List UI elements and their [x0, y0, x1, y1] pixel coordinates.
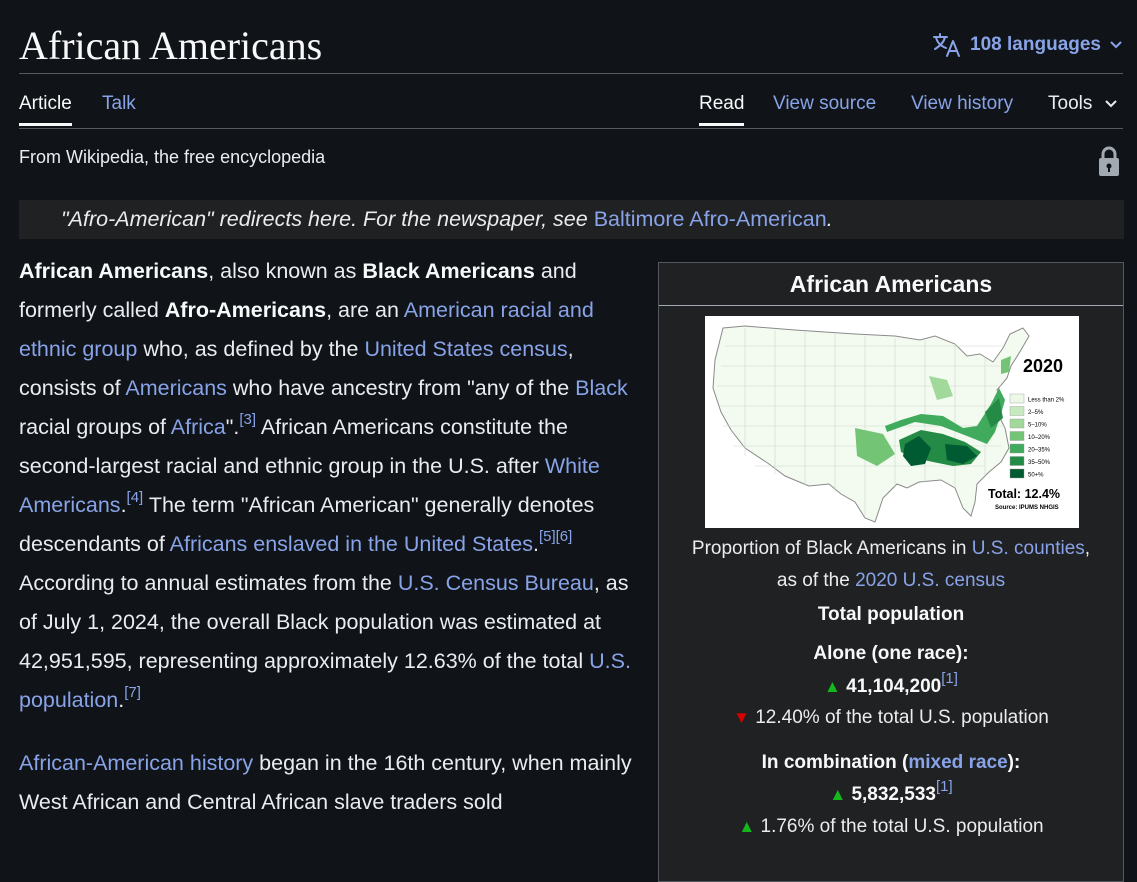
reference-link[interactable]: [1] — [941, 670, 958, 687]
map-year: 2020 — [1023, 356, 1063, 376]
text: . — [120, 493, 127, 517]
reference-link[interactable]: [7] — [124, 684, 141, 701]
combo-value-row: ▲ 5,832,533[1] — [659, 778, 1123, 809]
text: According to annual estimates from the — [19, 571, 398, 595]
legend-label: 2–5% — [1028, 410, 1044, 416]
page-tabs: Article Talk Read View source View histo… — [19, 84, 1123, 129]
lead-paragraph: African Americans, also known as Black A… — [19, 252, 644, 720]
map-source: Source: IPUMS NHGIS — [995, 505, 1059, 511]
legend-label: 50+% — [1028, 473, 1044, 479]
legend-swatch — [1009, 418, 1025, 429]
tabs-divider — [19, 128, 1123, 129]
map-legend: Less than 2% 2–5% 5–10% 10–20% 20–35% 35–50% 5… — [1009, 393, 1065, 479]
bold-term: Black Americans — [362, 259, 535, 283]
alone-percent-row: ▼ 12.40% of the total U.S. population — [659, 704, 1123, 732]
text: , — [1084, 538, 1091, 559]
total-population-header: Total population — [817, 604, 965, 625]
languages-label: 108 languages — [970, 34, 1101, 55]
legend-swatch — [1009, 443, 1025, 454]
alone-label: Alone (one race): — [813, 643, 969, 664]
article-body: African Americans, also known as Black A… — [19, 252, 644, 822]
link-united-states-census[interactable]: United States census — [364, 337, 567, 361]
legend-swatch — [1009, 468, 1025, 479]
link-black[interactable]: Black — [575, 376, 628, 400]
reference-link[interactable]: [5] — [539, 528, 556, 545]
combo-percent: 1.76% of the total U.S. population — [760, 816, 1044, 837]
tab-view-source[interactable]: View source — [773, 84, 876, 124]
chevron-down-icon — [1104, 100, 1117, 108]
text: In combination ( — [761, 752, 909, 773]
legend-swatch — [1009, 393, 1025, 404]
text: ". — [225, 415, 240, 439]
translate-icon — [933, 33, 961, 57]
lock-icon[interactable] — [1097, 145, 1121, 177]
us-counties-map: 2020 Less than 2% 2–5% 5–10% 10–20% 20–35% 35… — [712, 325, 1065, 523]
alone-value: 41,104,200 — [846, 676, 942, 697]
tab-read[interactable]: Read — [699, 84, 745, 126]
infobox: African Americans 2020 Less than 2% 2–5% 5… — [658, 262, 1124, 882]
site-tagline: From Wikipedia, the free encyclopedia — [19, 147, 326, 167]
text: ): — [1007, 752, 1021, 773]
combo-percent-row: ▲ 1.76% of the total U.S. population — [659, 813, 1123, 841]
hatnote-link[interactable]: Baltimore Afro-American — [594, 207, 827, 231]
legend-label: 5–10% — [1028, 423, 1047, 429]
link-africans-enslaved[interactable]: Africans enslaved in the United States — [170, 532, 533, 556]
alone-value-row: ▲ 41,104,200[1] — [659, 670, 1123, 701]
tools-label: Tools — [1048, 93, 1093, 114]
chevron-down-icon — [1110, 41, 1122, 49]
tab-view-history[interactable]: View history — [911, 84, 1013, 124]
legend-label: 35–50% — [1028, 460, 1051, 466]
tab-talk[interactable]: Talk — [102, 84, 136, 124]
decrease-icon: ▼ — [733, 708, 750, 727]
reference-link[interactable]: [3] — [239, 411, 256, 428]
link-2020-census[interactable]: 2020 U.S. census — [855, 570, 1005, 591]
legend-label: Less than 2% — [1028, 398, 1065, 404]
text: , also known as — [208, 259, 363, 283]
caption-line-1: Proportion of Black Americans in U.S. co… — [659, 533, 1123, 565]
alone-percent: 12.40% of the total U.S. population — [755, 707, 1049, 728]
tab-article[interactable]: Article — [19, 84, 72, 126]
legend-swatch — [1009, 406, 1025, 416]
link-census-bureau[interactable]: U.S. Census Bureau — [398, 571, 594, 595]
link-americans[interactable]: Americans — [125, 376, 227, 400]
link-african-american-history[interactable]: African-American history — [19, 751, 253, 775]
map-total: Total: 12.4% — [988, 487, 1060, 501]
text: who have ancestry from "any of the — [226, 376, 576, 400]
infobox-title: African Americans — [659, 263, 1123, 306]
text: , are an — [326, 298, 404, 322]
hatnote-text: "Afro-American" redirects here. For the … — [61, 207, 594, 231]
text: Proportion of Black Americans in — [691, 538, 972, 559]
title-divider — [19, 73, 1123, 74]
legend-label: 10–20% — [1028, 435, 1051, 441]
bold-term: Afro-Americans — [164, 298, 327, 322]
hatnote: "Afro-American" redirects here. For the … — [19, 200, 1124, 239]
text: racial groups of — [19, 415, 171, 439]
increase-icon: ▲ — [824, 677, 841, 696]
hatnote-end: . — [826, 207, 833, 231]
link-africa[interactable]: Africa — [171, 415, 226, 439]
map-caption: Proportion of Black Americans in U.S. co… — [659, 533, 1123, 597]
combo-value: 5,832,533 — [851, 784, 936, 805]
link-us-counties[interactable]: U.S. counties — [972, 538, 1085, 559]
text: as of the — [776, 570, 856, 591]
second-paragraph: African-American history began in the 16… — [19, 744, 644, 822]
tools-menu[interactable]: Tools — [1048, 84, 1118, 124]
legend-swatch — [1009, 431, 1025, 441]
reference-link[interactable]: [1] — [936, 778, 953, 795]
combo-label: In combination (mixed race): — [659, 749, 1123, 777]
legend-label: 20–35% — [1028, 448, 1051, 454]
caption-line-2: as of the 2020 U.S. census — [659, 565, 1123, 597]
bold-term: African Americans — [19, 259, 209, 283]
page-title: African Americans — [19, 23, 323, 68]
population-map-image[interactable]: 2020 Less than 2% 2–5% 5–10% 10–20% 20–35% 35… — [705, 316, 1079, 528]
text: who, as defined by the — [137, 337, 365, 361]
legend-swatch — [1009, 456, 1025, 466]
increase-icon: ▲ — [829, 785, 847, 804]
increase-icon: ▲ — [738, 817, 756, 836]
link-mixed-race[interactable]: mixed race — [908, 752, 1007, 773]
reference-link[interactable]: [4] — [127, 489, 144, 506]
reference-link[interactable]: [6] — [556, 528, 573, 545]
languages-button[interactable]: 108 languages — [932, 30, 1123, 60]
